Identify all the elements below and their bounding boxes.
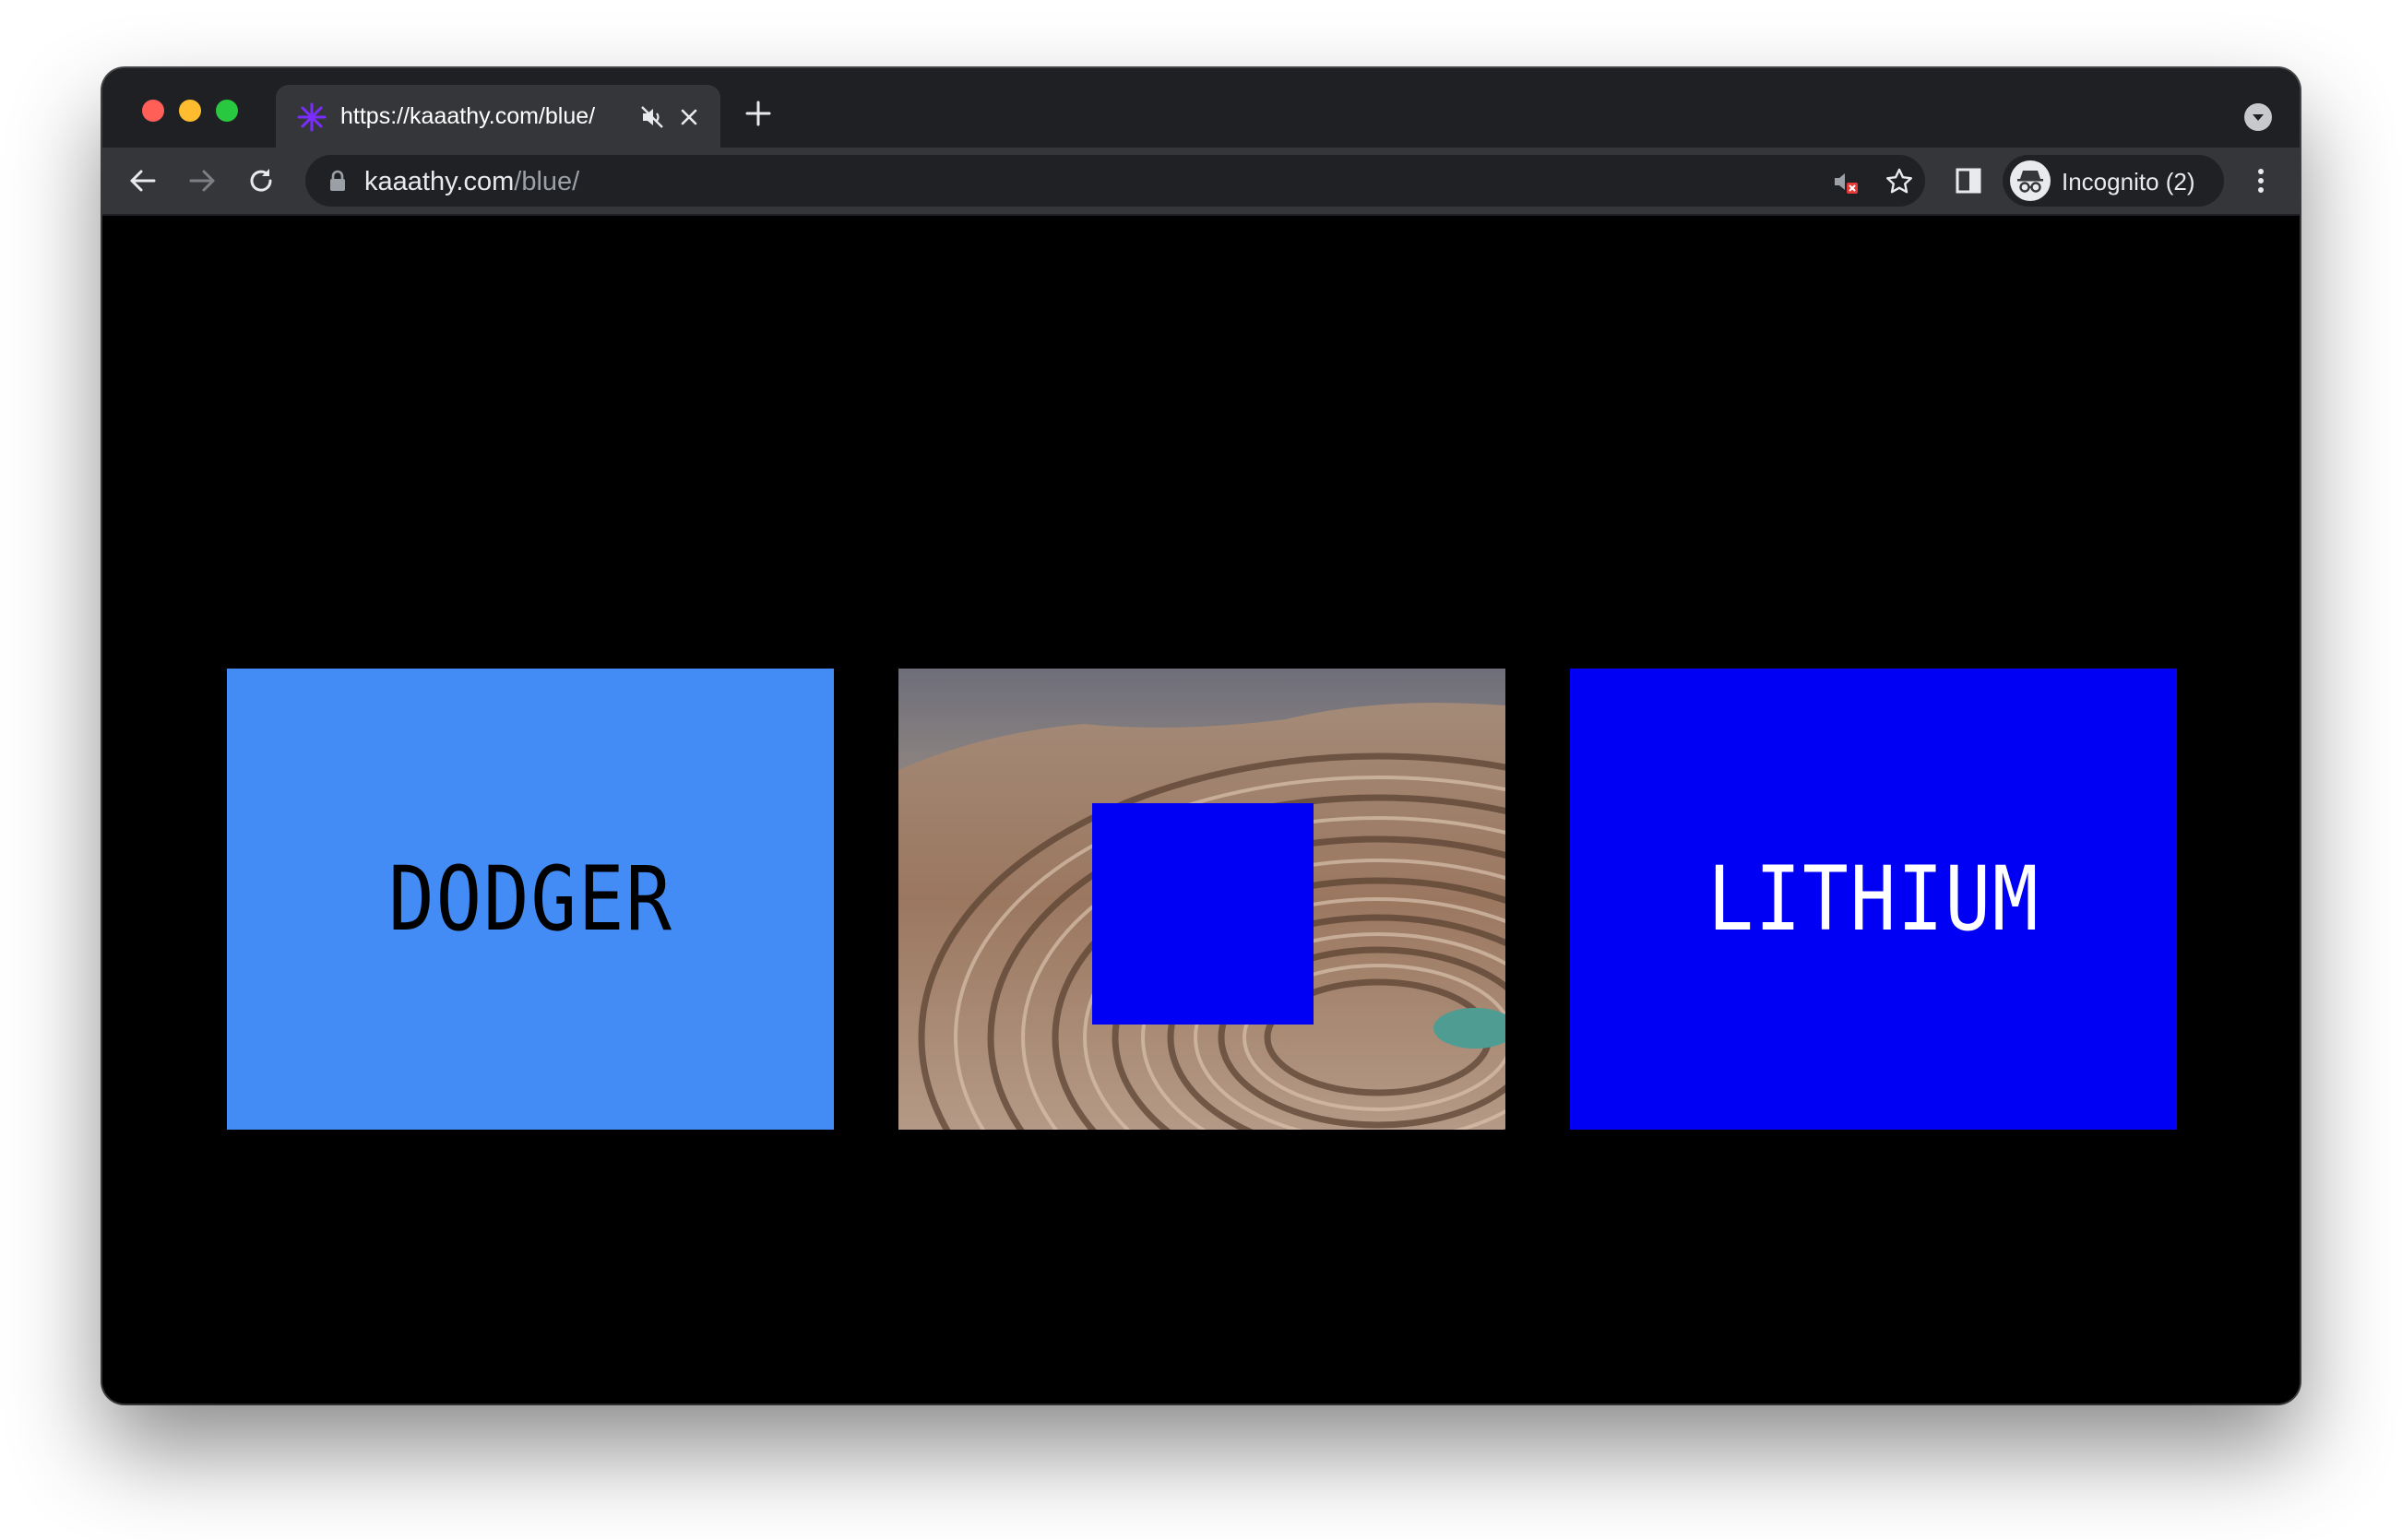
profile-button[interactable]: Incognito (2) [2003, 155, 2224, 207]
chevron-down-icon [2253, 114, 2264, 121]
url-host: kaaathy.com [364, 167, 515, 196]
lithium-card-label: LITHIUM [1707, 847, 2039, 951]
plus-icon[interactable] [743, 98, 774, 129]
dodger-card[interactable]: DODGER [227, 669, 834, 1130]
mine-photo-card[interactable] [898, 669, 1505, 1130]
url-text[interactable]: kaaathy.com/blue/ [364, 167, 579, 197]
tab-strip: https://kaaathy.com/blue/ [102, 68, 2300, 148]
tab-search-button[interactable] [2244, 103, 2272, 131]
profile-label: Incognito (2) [2062, 168, 2195, 195]
toolbar: kaaathy.com/blue/ Incognito (2) [102, 148, 2300, 216]
side-panel-icon[interactable] [1952, 164, 1985, 197]
browser-window: https://kaaathy.com/blue/ kaaathy.com/bl… [102, 68, 2300, 1404]
kebab-menu-icon[interactable] [2244, 164, 2277, 197]
lithium-card[interactable]: LITHIUM [1570, 669, 2177, 1130]
close-window-button[interactable] [142, 100, 164, 122]
back-arrow-icon[interactable] [126, 164, 160, 197]
tab-active[interactable]: https://kaaathy.com/blue/ [276, 85, 720, 148]
blue-square-overlay [1092, 803, 1314, 1025]
forward-arrow-icon[interactable] [185, 164, 219, 197]
url-path: /blue/ [514, 167, 580, 196]
asterisk-favicon-icon [297, 102, 327, 132]
page-viewport: DODGER LITHIUM [102, 216, 2300, 1404]
address-bar[interactable]: kaaathy.com/blue/ [305, 155, 1925, 207]
incognito-icon [2010, 160, 2051, 201]
dodger-card-label: DODGER [387, 847, 673, 951]
maximize-window-button[interactable] [216, 100, 238, 122]
sound-blocked-icon[interactable] [1831, 167, 1861, 196]
lock-icon[interactable] [327, 170, 348, 192]
tab-title: https://kaaathy.com/blue/ [340, 103, 596, 129]
muted-speaker-icon[interactable] [638, 103, 666, 131]
minimize-window-button[interactable] [179, 100, 201, 122]
close-icon[interactable] [676, 104, 702, 130]
star-icon[interactable] [1885, 167, 1914, 196]
reload-icon[interactable] [244, 164, 278, 197]
